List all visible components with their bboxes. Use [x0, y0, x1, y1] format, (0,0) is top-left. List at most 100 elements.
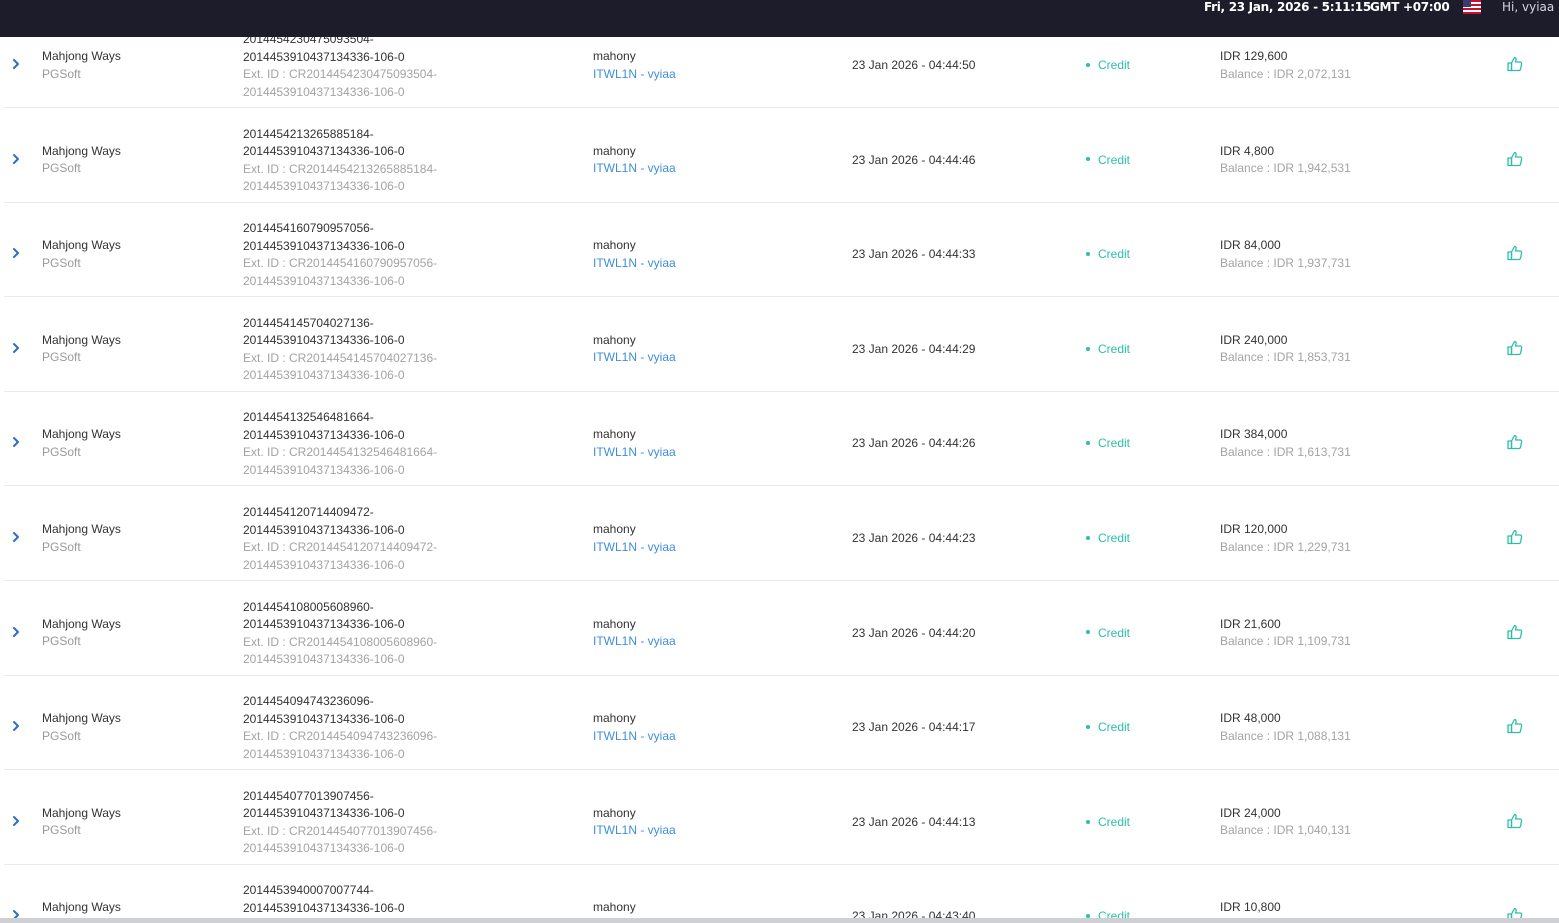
transaction-id-line: 2014453910437134336-106-0: [243, 427, 405, 442]
player-account-link[interactable]: ITWL1N - vyiaa: [593, 349, 676, 367]
transaction-id-line: 2014453910437134336-106-0: [243, 806, 405, 821]
transaction-type-label: Credit: [1098, 247, 1131, 262]
external-id-line: Ext. ID : CR2014454160790957056-: [243, 256, 438, 271]
player-account-link[interactable]: ITWL1N - vyiaa: [593, 822, 676, 840]
transaction-time: 23 Jan 2026 - 04:44:20: [852, 625, 976, 640]
player-name: mahony: [593, 49, 636, 63]
transaction-type: Credit: [1086, 435, 1130, 453]
chevron-right-icon[interactable]: [10, 58, 22, 70]
game-name: Mahjong Ways: [42, 143, 121, 158]
transaction-type-label: Credit: [1098, 531, 1131, 545]
player-name: mahony: [593, 900, 636, 915]
thumbs-up-icon[interactable]: [1506, 55, 1524, 73]
chevron-right-icon[interactable]: [10, 342, 22, 354]
transaction-id-cell: 2014453940007007744- 2014453910437134336…: [243, 882, 405, 917]
transaction-id-line: 2014453910437134336-106-0: [243, 711, 405, 726]
status-dot-icon: [1086, 157, 1090, 162]
game-name: Mahjong Ways: [42, 427, 121, 442]
us-flag-icon[interactable]: [1463, 0, 1481, 14]
transaction-id-cell: 2014454120714409472- 2014453910437134336…: [243, 504, 437, 574]
player-account-link[interactable]: ITWL1N - vyiaa: [593, 633, 676, 651]
game-name: Mahjong Ways: [42, 332, 121, 347]
chevron-right-icon[interactable]: [10, 436, 22, 448]
player-account-link[interactable]: ITWL1N - vyiaa: [593, 255, 676, 273]
game-provider: PGSoft: [42, 728, 81, 743]
header-timezone[interactable]: GMT +07:00: [1370, 0, 1450, 14]
game-provider: PGSoft: [42, 823, 81, 838]
transaction-time: 23 Jan 2026 - 04:44:33: [852, 247, 976, 262]
transaction-id-line: 2014453940007007744-: [243, 883, 374, 898]
chevron-right-icon[interactable]: [10, 247, 22, 259]
transaction-type: Credit: [1086, 719, 1130, 737]
thumbs-up-icon[interactable]: [1506, 339, 1524, 357]
table-row: Mahjong Ways PGSoft 2014454120714409472-…: [4, 486, 1559, 581]
transaction-id-line: 2014453910437134336-106-0: [243, 617, 405, 632]
transaction-type-label: Credit: [1098, 814, 1131, 829]
transaction-amount: IDR 10,800: [1220, 900, 1281, 915]
balance-after: Balance : IDR 1,853,731: [1220, 350, 1351, 365]
player-name: mahony: [593, 805, 636, 820]
game-provider: PGSoft: [42, 255, 81, 270]
external-id-line: 2014453910437134336-106-0: [243, 462, 405, 477]
player-account-link[interactable]: ITWL1N - vyiaa: [593, 160, 676, 178]
thumbs-up-icon[interactable]: [1506, 717, 1524, 735]
game-cell: Mahjong Ways PGSoft: [42, 48, 121, 83]
player-account-link[interactable]: ITWL1N - vyiaa: [593, 444, 676, 462]
player-cell: mahony ITWL1N - vyiaa: [593, 48, 676, 83]
amount-cell: IDR 48,000 Balance : IDR 1,088,131: [1220, 710, 1351, 745]
chevron-right-icon[interactable]: [10, 815, 22, 827]
transaction-type-label: Credit: [1098, 58, 1131, 72]
transaction-id-line: 2014454213265885184-: [243, 126, 374, 141]
top-bar: Fri, 23 Jan, 2026 - 5:11:15 GMT +07:00 H…: [0, 0, 1559, 37]
status-dot-icon: [1086, 441, 1090, 446]
chevron-right-icon[interactable]: [10, 531, 22, 543]
table-row: Mahjong Ways PGSoft 2014454094743236096-…: [4, 675, 1559, 771]
transaction-id-cell: 2014454213265885184- 2014453910437134336…: [243, 126, 437, 196]
table-row: Mahjong Ways PGSoft 2014454145704027136-…: [4, 297, 1559, 392]
table-row: Mahjong Ways PGSoft 2014454213265885184-…: [4, 108, 1559, 203]
thumbs-up-icon[interactable]: [1506, 623, 1524, 641]
player-account-link[interactable]: ITWL1N - vyiaa: [593, 539, 676, 557]
transaction-type: Credit: [1086, 625, 1130, 643]
game-name: Mahjong Ways: [42, 711, 121, 726]
game-cell: Mahjong Ways PGSoft: [42, 616, 121, 651]
thumbs-up-icon[interactable]: [1506, 812, 1524, 830]
chevron-right-icon[interactable]: [10, 153, 22, 165]
transaction-id-line: 2014454108005608960-: [243, 599, 374, 614]
chevron-right-icon[interactable]: [10, 720, 22, 732]
external-id-line: 2014453910437134336-106-0: [243, 179, 405, 194]
thumbs-up-icon[interactable]: [1506, 528, 1524, 546]
transaction-id-cell: 2014454077013907456- 2014453910437134336…: [243, 788, 437, 858]
transaction-id-cell: 2014454132546481664- 2014453910437134336…: [243, 409, 437, 479]
player-account-link[interactable]: ITWL1N - vyiaa: [593, 66, 676, 84]
horizontal-scrollbar[interactable]: [0, 918, 1559, 923]
table-row: Mahjong Ways PGSoft 2014454160790957056-…: [4, 202, 1559, 298]
transaction-id-cell: 2014454108005608960- 2014453910437134336…: [243, 599, 437, 669]
transaction-id-line: 2014453910437134336-106-0: [243, 238, 405, 253]
external-id-line: 2014453910437134336-106-0: [243, 841, 405, 856]
external-id-line: Ext. ID : CR2014454132546481664-: [243, 445, 438, 460]
external-id-line: 2014453910437134336-106-0: [243, 273, 405, 288]
transaction-type-label: Credit: [1098, 341, 1131, 356]
transaction-type: Credit: [1086, 246, 1130, 264]
game-cell: Mahjong Ways PGSoft: [42, 237, 121, 272]
thumbs-up-icon[interactable]: [1506, 244, 1524, 262]
game-provider: PGSoft: [42, 634, 81, 649]
user-greeting[interactable]: Hi, vyiaa: [1502, 0, 1554, 14]
amount-cell: IDR 129,600 Balance : IDR 2,072,131: [1220, 48, 1351, 83]
player-cell: mahony ITWL1N - vyiaa: [593, 143, 676, 178]
player-account-link[interactable]: ITWL1N - vyiaa: [593, 728, 676, 746]
transaction-amount: IDR 120,000: [1220, 522, 1288, 536]
transaction-id-cell: 2014454160790957056- 2014453910437134336…: [243, 220, 437, 290]
transaction-type: Credit: [1086, 341, 1130, 359]
status-dot-icon: [1086, 819, 1090, 824]
chevron-right-icon[interactable]: [10, 626, 22, 638]
amount-cell: IDR 4,800 Balance : IDR 1,942,531: [1220, 143, 1351, 178]
transaction-amount: IDR 84,000: [1220, 238, 1281, 253]
thumbs-up-icon[interactable]: [1506, 433, 1524, 451]
balance-after: Balance : IDR 2,072,131: [1220, 66, 1351, 81]
external-id-line: Ext. ID : CR2014454077013907456-: [243, 823, 438, 838]
thumbs-up-icon[interactable]: [1506, 150, 1524, 168]
external-id-line: Ext. ID : CR2014454094743236096-: [243, 729, 438, 744]
transaction-type: Credit: [1086, 152, 1130, 170]
